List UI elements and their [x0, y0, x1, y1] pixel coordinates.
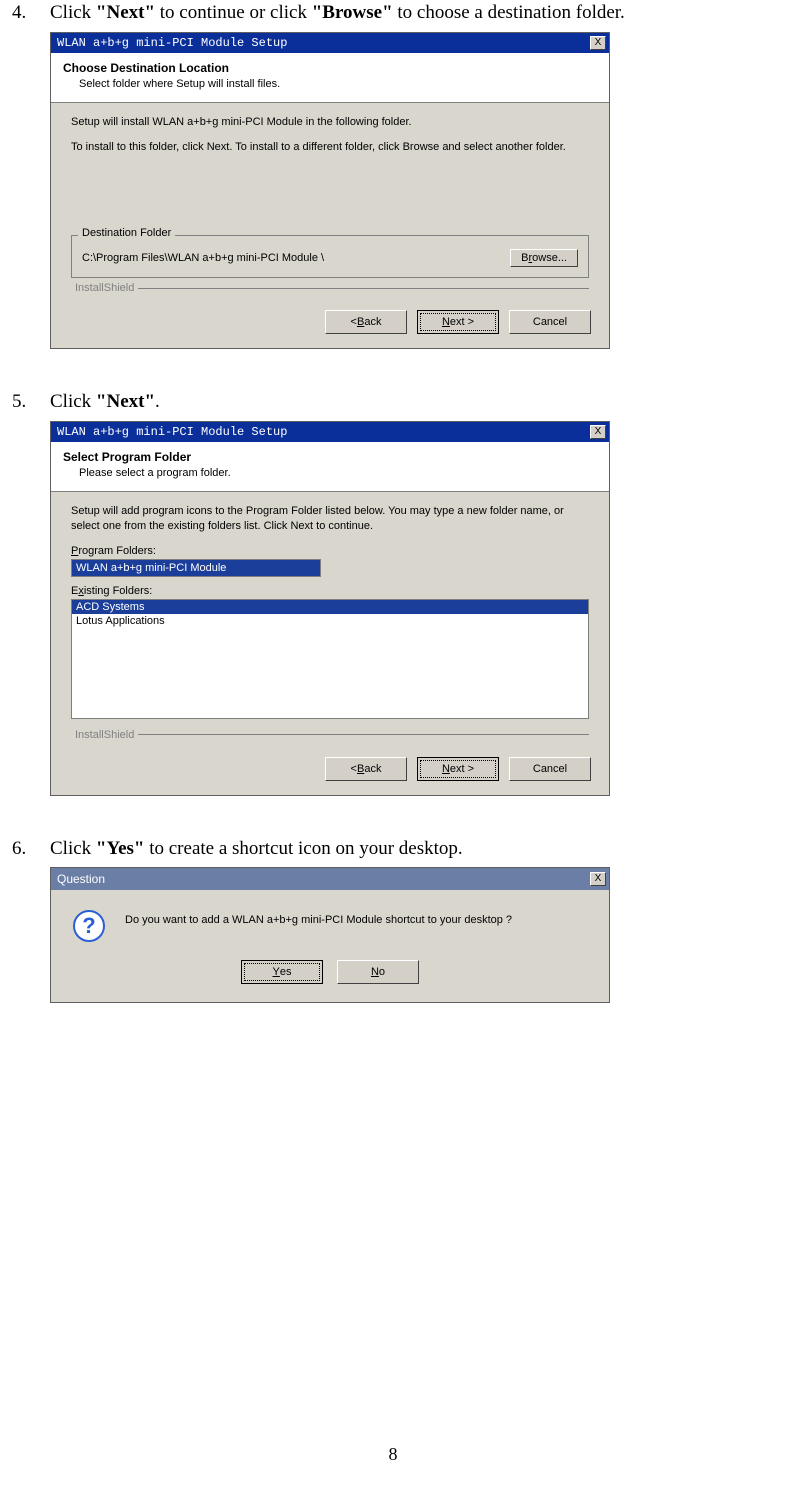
existing-folders-label: Existing Folders: [71, 585, 589, 597]
close-icon[interactable]: X [590, 425, 606, 439]
destination-folder-legend: Destination Folder [78, 227, 175, 239]
step-5-text: Click "Next". [50, 389, 774, 415]
step-5-number: 5. [12, 389, 50, 415]
destination-install-text: Setup will install WLAN a+b+g mini-PCI M… [71, 115, 589, 130]
close-icon[interactable]: X [590, 872, 606, 886]
cancel-button[interactable]: Cancel [509, 310, 591, 334]
step-6-number: 6. [12, 836, 50, 862]
destination-browse-text: To install to this folder, click Next. T… [71, 140, 589, 155]
svg-text:?: ? [82, 913, 95, 938]
destination-dialog-titlebar: WLAN a+b+g mini-PCI Module Setup X [51, 33, 609, 53]
cancel-button[interactable]: Cancel [509, 757, 591, 781]
destination-dialog-body: Setup will install WLAN a+b+g mini-PCI M… [51, 103, 609, 301]
back-button[interactable]: < Back [325, 310, 407, 334]
question-dialog: Question X ? Do you want to add a WLAN a… [50, 867, 610, 1003]
question-dialog-buttons: Yes No [51, 948, 609, 1002]
destination-dialog: WLAN a+b+g mini-PCI Module Setup X Choos… [50, 32, 610, 350]
yes-button[interactable]: Yes [241, 960, 323, 984]
program-folder-dialog-heading: Select Program Folder [63, 450, 597, 464]
close-icon[interactable]: X [590, 36, 606, 50]
program-folders-input[interactable]: WLAN a+b+g mini-PCI Module [71, 559, 321, 577]
program-folder-dialog: WLAN a+b+g mini-PCI Module Setup X Selec… [50, 421, 610, 796]
destination-dialog-title: WLAN a+b+g mini-PCI Module Setup [57, 36, 287, 50]
program-folder-dialog-titlebar: WLAN a+b+g mini-PCI Module Setup X [51, 422, 609, 442]
step-6-instruction: 6. Click "Yes" to create a shortcut icon… [12, 836, 774, 862]
no-button[interactable]: No [337, 960, 419, 984]
list-item[interactable]: Lotus Applications [72, 614, 588, 628]
question-dialog-title: Question [57, 872, 105, 886]
question-dialog-message: Do you want to add a WLAN a+b+g mini-PCI… [125, 908, 512, 926]
program-folder-dialog-header: Select Program Folder Please select a pr… [51, 442, 609, 492]
step-6-text: Click "Yes" to create a shortcut icon on… [50, 836, 774, 862]
list-item[interactable]: ACD Systems [72, 600, 588, 614]
existing-folders-list[interactable]: ACD Systems Lotus Applications [71, 599, 589, 719]
installshield-label: InstallShield [71, 729, 589, 741]
next-button[interactable]: Next > [417, 310, 499, 334]
question-icon: ? [71, 908, 107, 944]
step-5-instruction: 5. Click "Next". [12, 389, 774, 415]
destination-dialog-subheading: Select folder where Setup will install f… [79, 78, 597, 90]
question-dialog-titlebar: Question X [51, 868, 609, 890]
program-folder-description: Setup will add program icons to the Prog… [71, 504, 589, 535]
destination-dialog-header: Choose Destination Location Select folde… [51, 53, 609, 103]
destination-folder-path: C:\Program Files\WLAN a+b+g mini-PCI Mod… [82, 252, 324, 264]
program-folder-dialog-buttons: < Back Next > Cancel [51, 747, 609, 795]
destination-folder-group: Destination Folder C:\Program Files\WLAN… [71, 235, 589, 278]
program-folders-label: Program Folders: [71, 545, 589, 557]
step-4-instruction: 4. Click "Next" to continue or click "Br… [12, 0, 774, 26]
step-4-number: 4. [12, 0, 50, 26]
question-dialog-body: ? Do you want to add a WLAN a+b+g mini-P… [51, 890, 609, 948]
installshield-label: InstallShield [71, 282, 589, 294]
program-folder-dialog-title: WLAN a+b+g mini-PCI Module Setup [57, 425, 287, 439]
back-button[interactable]: < Back [325, 757, 407, 781]
next-button[interactable]: Next > [417, 757, 499, 781]
step-4-text: Click "Next" to continue or click "Brows… [50, 0, 774, 26]
destination-dialog-buttons: < Back Next > Cancel [51, 300, 609, 348]
browse-button[interactable]: Browse... [510, 249, 578, 267]
program-folder-dialog-subheading: Please select a program folder. [79, 467, 597, 479]
program-folder-dialog-body: Setup will add program icons to the Prog… [51, 492, 609, 747]
page-number: 8 [0, 1444, 786, 1465]
destination-dialog-heading: Choose Destination Location [63, 61, 597, 75]
